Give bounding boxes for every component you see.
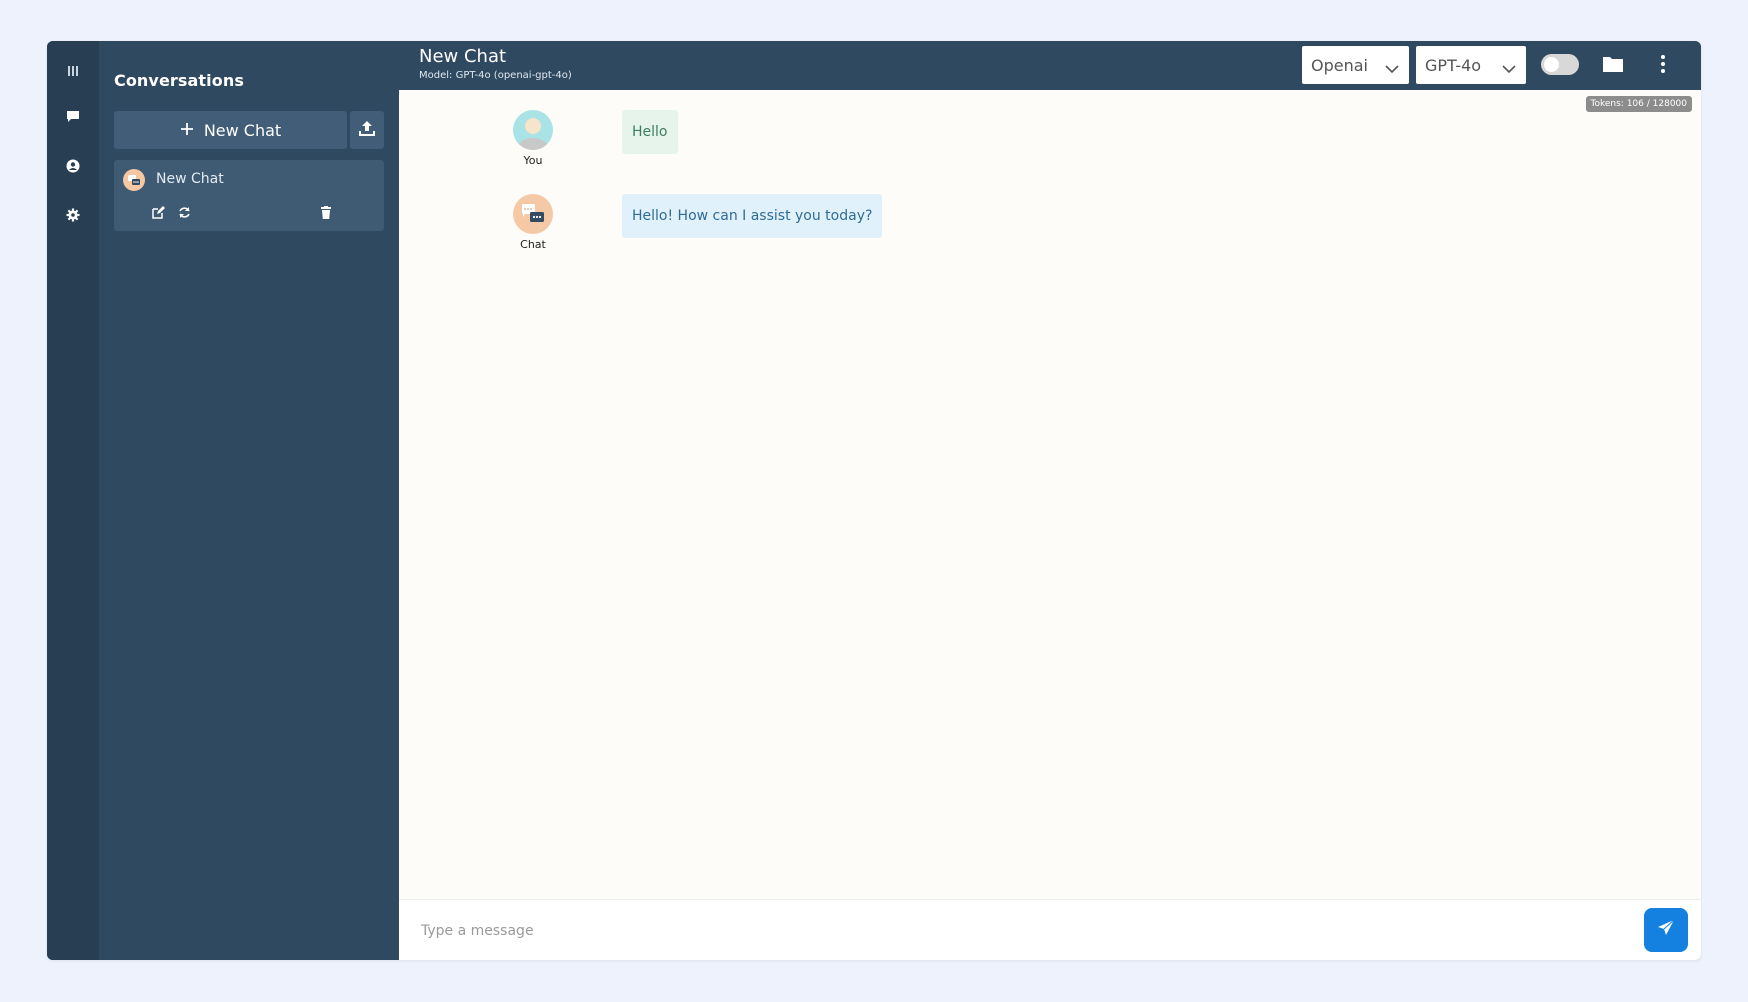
provider-select-value: Openai	[1311, 55, 1368, 75]
icon-rail	[47, 41, 99, 960]
message-sender-label: Chat	[520, 238, 546, 251]
conversation-title: New Chat	[156, 171, 224, 187]
toggle-knob	[1544, 57, 1559, 72]
chat-icon[interactable]	[61, 104, 85, 128]
new-chat-button[interactable]: New Chat	[114, 111, 347, 149]
theme-toggle[interactable]	[1541, 54, 1579, 75]
user-message-bubble: Hello	[622, 110, 678, 154]
upload-button[interactable]	[350, 111, 384, 149]
upload-icon	[358, 119, 376, 141]
plus-icon	[180, 121, 194, 140]
chevron-down-icon	[1502, 59, 1516, 78]
chat-title: New Chat	[419, 46, 507, 67]
chat-model-subtitle: Model: GPT-4o (openai-gpt-4o)	[419, 70, 572, 81]
sidebar-title: Conversations	[114, 71, 244, 90]
send-button[interactable]	[1644, 908, 1688, 952]
app-window: Conversations New Chat New Chat New Chat…	[47, 41, 1701, 960]
message-input[interactable]	[419, 912, 1463, 950]
menu-icon[interactable]	[61, 59, 85, 83]
conversations-sidebar: Conversations New Chat New Chat	[99, 41, 399, 960]
provider-select[interactable]: Openai	[1302, 46, 1409, 84]
new-chat-label: New Chat	[203, 120, 282, 140]
delete-icon[interactable]	[318, 204, 334, 220]
message-sender-label: You	[523, 154, 543, 167]
model-select-value: GPT-4o	[1425, 55, 1482, 75]
conversation-item[interactable]: New Chat	[114, 160, 384, 231]
folder-icon[interactable]	[1602, 55, 1624, 75]
edit-icon[interactable]	[150, 204, 166, 220]
chat-main: New Chat Model: GPT-4o (openai-gpt-4o) O…	[399, 41, 1701, 960]
conversation-avatar	[123, 169, 145, 191]
chat-header: New Chat Model: GPT-4o (openai-gpt-4o) O…	[399, 41, 1701, 90]
token-counter: Tokens: 106 / 128000	[1585, 96, 1692, 112]
bot-message-bubble: Hello! How can I assist you today?	[622, 194, 883, 238]
user-icon[interactable]	[61, 154, 85, 178]
model-select[interactable]: GPT-4o	[1416, 46, 1526, 84]
more-options-icon[interactable]	[1658, 54, 1668, 76]
message-composer	[399, 899, 1701, 960]
refresh-icon[interactable]	[176, 204, 192, 220]
chevron-down-icon	[1385, 59, 1399, 78]
send-icon	[1657, 919, 1675, 941]
bot-avatar	[513, 194, 553, 234]
settings-icon[interactable]	[61, 203, 85, 227]
user-avatar	[513, 110, 553, 150]
